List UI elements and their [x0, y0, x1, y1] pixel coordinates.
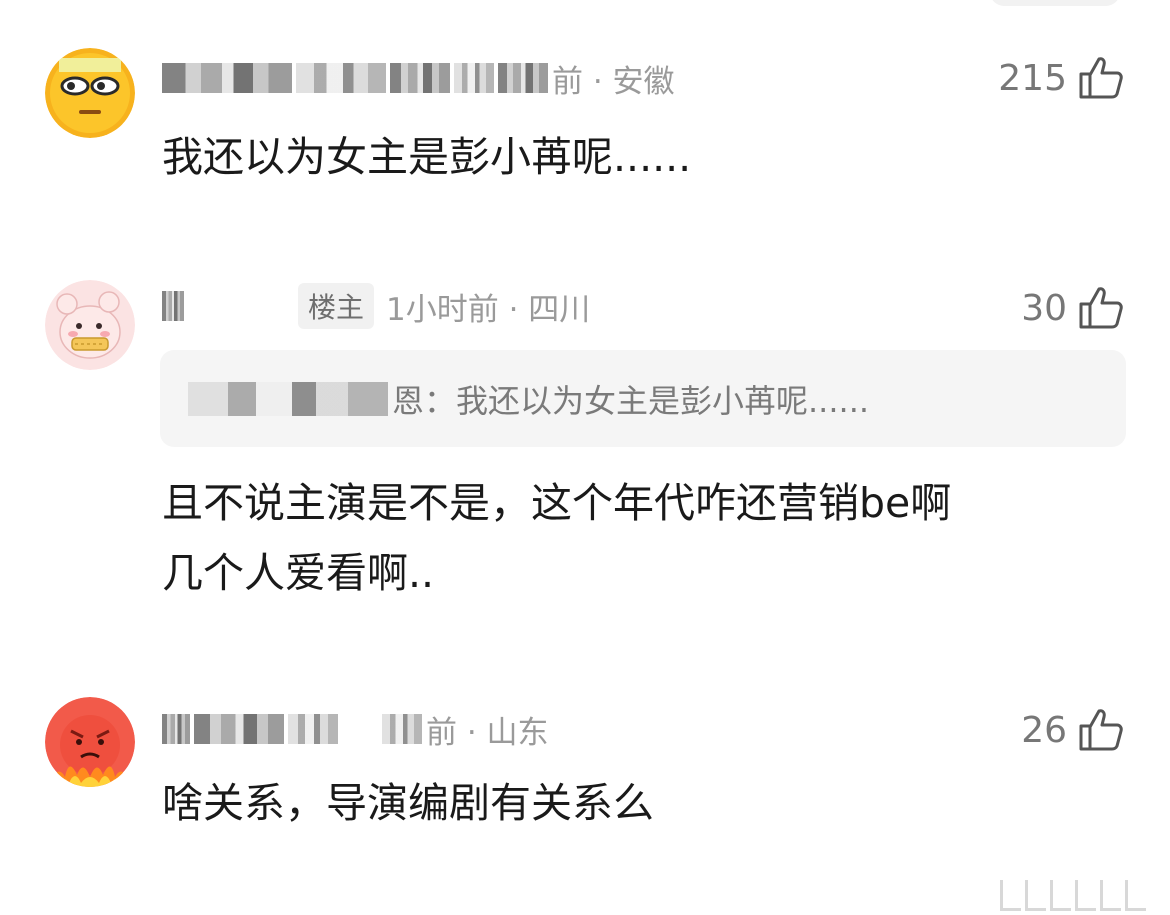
avatar[interactable] [45, 697, 135, 787]
like-count: 30 [1021, 287, 1067, 329]
redacted-username [194, 714, 284, 744]
comment-text: 且不说主演是不是，这个年代咋还营销be啊 几个人爱看啊.. [162, 468, 1110, 608]
comment-meta: 前 · 安徽 [162, 56, 675, 100]
thumbs-up-icon [1079, 709, 1123, 751]
like-count: 26 [1021, 709, 1067, 751]
like-button[interactable]: 215 [998, 52, 1125, 104]
comment-time-location: 前 · 安徽 [552, 63, 675, 100]
redacted-time [498, 63, 548, 93]
redacted-username [162, 714, 190, 744]
sunglasses-emoji-avatar-icon [45, 48, 135, 138]
redacted-username [296, 63, 386, 93]
comment-meta: 前 · 山东 [162, 707, 549, 751]
comment-time-location: 前 · 山东 [426, 714, 549, 751]
angry-fire-avatar-icon [45, 697, 135, 787]
comment-text: 我还以为女主是彭小苒呢...... [162, 133, 692, 181]
top-partial-pill [990, 0, 1120, 6]
like-button[interactable]: 26 [1021, 704, 1125, 756]
comment-text-line: 且不说主演是不是，这个年代咋还营销be啊 [162, 479, 952, 527]
pink-cartoon-avatar-icon [45, 280, 135, 370]
thumbs-up-icon [1079, 57, 1123, 99]
watermark [1000, 880, 1146, 911]
redacted-time [382, 714, 422, 744]
redacted-username [188, 381, 388, 416]
comment-text: 啥关系，导演编剧有关系么 [162, 779, 654, 827]
avatar[interactable] [45, 48, 135, 138]
quoted-text: 恩：我还以为女主是彭小苒呢...... [392, 381, 870, 420]
redacted-username [390, 63, 450, 93]
redacted-username [162, 63, 292, 93]
comment-meta: 楼主 1小时前 · 四川 [162, 283, 591, 329]
comment-time-location: 1小时前 · 四川 [386, 291, 591, 328]
redacted-username [162, 291, 184, 321]
comment-text-line: 几个人爱看啊.. [162, 549, 435, 597]
avatar[interactable] [45, 280, 135, 370]
quoted-reply[interactable]: 恩：我还以为女主是彭小苒呢...... [160, 350, 1126, 447]
redacted-username [454, 63, 494, 93]
like-count: 215 [998, 57, 1067, 99]
like-button[interactable]: 30 [1021, 282, 1125, 334]
redacted-username [288, 714, 338, 744]
thumbs-up-icon [1079, 287, 1123, 329]
op-tag: 楼主 [298, 283, 375, 329]
